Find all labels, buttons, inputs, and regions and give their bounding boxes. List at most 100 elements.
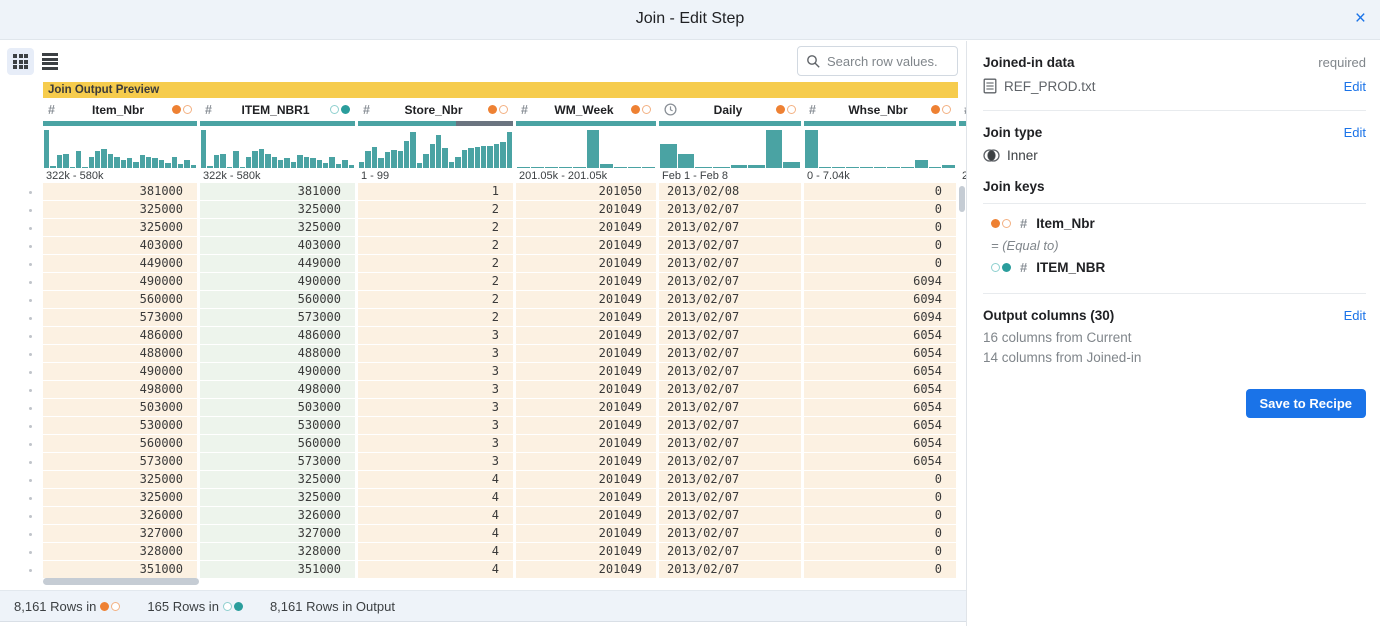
search-input[interactable] xyxy=(827,54,945,69)
row-marker[interactable] xyxy=(0,237,43,255)
row-marker[interactable] xyxy=(0,489,43,507)
cell: 201049 xyxy=(516,399,656,417)
row-marker[interactable] xyxy=(0,183,43,201)
row-marker[interactable] xyxy=(0,525,43,543)
column-header-R[interactable]: #R xyxy=(959,99,966,120)
cell: 2013/02/07 xyxy=(659,399,801,417)
cell: 2 xyxy=(358,255,513,273)
number-type-icon: # xyxy=(1020,216,1027,231)
column-header-Item_Nbr[interactable]: #Item_Nbr xyxy=(43,99,197,120)
cell xyxy=(959,471,966,489)
cell: 3 xyxy=(358,435,513,453)
cell: 1 xyxy=(358,183,513,201)
cell: 6054 xyxy=(804,435,956,453)
join-operator: = (Equal to) xyxy=(983,238,1366,253)
cell xyxy=(959,273,966,291)
cell: 201049 xyxy=(516,525,656,543)
column-header-Whse_Nbr[interactable]: #Whse_Nbr xyxy=(804,99,956,120)
edit-output-columns-link[interactable]: Edit xyxy=(1344,308,1366,323)
cell: 2013/02/07 xyxy=(659,381,801,399)
column-header-Store_Nbr[interactable]: #Store_Nbr xyxy=(358,99,513,120)
row-marker[interactable] xyxy=(0,381,43,399)
cell: 201049 xyxy=(516,543,656,561)
cell xyxy=(959,489,966,507)
cell: 560000 xyxy=(200,435,355,453)
cell: 490000 xyxy=(43,273,197,291)
data-quality-bar[interactable] xyxy=(43,121,197,126)
close-icon[interactable]: × xyxy=(1355,8,1366,30)
column-header-WM_Week[interactable]: #WM_Week xyxy=(516,99,656,120)
row-marker[interactable] xyxy=(0,561,43,579)
vertical-scrollbar[interactable] xyxy=(959,186,965,212)
dataset-file-icon xyxy=(983,78,997,94)
status-label: 8,161 Rows in xyxy=(14,599,96,614)
cell: 2013/02/07 xyxy=(659,345,801,363)
edit-join-type-link[interactable]: Edit xyxy=(1344,125,1366,140)
status-label: 165 Rows in xyxy=(147,599,219,614)
cell: 0 xyxy=(804,471,956,489)
row-marker[interactable] xyxy=(0,507,43,525)
cell: 327000 xyxy=(200,525,355,543)
column-range-label: 2 xyxy=(959,168,966,183)
grid-view-button[interactable] xyxy=(7,48,34,75)
cell: 325000 xyxy=(43,201,197,219)
horizontal-scrollbar[interactable] xyxy=(43,578,199,585)
data-quality-bar[interactable] xyxy=(659,121,801,126)
column-histogram[interactable] xyxy=(516,126,656,168)
cell: 325000 xyxy=(43,489,197,507)
join-key-right-name: ITEM_NBR xyxy=(1036,260,1105,275)
cell: 6054 xyxy=(804,327,956,345)
row-marker[interactable] xyxy=(0,255,43,273)
cell: 0 xyxy=(804,561,956,579)
data-quality-bar[interactable] xyxy=(358,121,513,126)
dialog-title: Join - Edit Step xyxy=(0,10,1380,28)
column-histogram[interactable] xyxy=(959,126,966,168)
join-keys-title: Join keys xyxy=(983,179,1366,194)
row-marker[interactable] xyxy=(0,363,43,381)
column-histogram[interactable] xyxy=(659,126,801,168)
cell: 573000 xyxy=(200,453,355,471)
row-marker[interactable] xyxy=(0,309,43,327)
data-quality-bar[interactable] xyxy=(200,121,355,126)
data-quality-bar[interactable] xyxy=(516,121,656,126)
cell: 2 xyxy=(358,201,513,219)
row-gutter xyxy=(0,183,43,579)
column-histogram[interactable] xyxy=(200,126,355,168)
row-marker[interactable] xyxy=(0,345,43,363)
list-view-button[interactable] xyxy=(36,48,63,75)
row-marker[interactable] xyxy=(0,471,43,489)
row-marker[interactable] xyxy=(0,327,43,345)
column-histogram[interactable] xyxy=(804,126,956,168)
cell xyxy=(959,561,966,579)
row-marker[interactable] xyxy=(0,219,43,237)
row-marker[interactable] xyxy=(0,273,43,291)
cell: 6054 xyxy=(804,345,956,363)
cell: 2 xyxy=(358,237,513,255)
column-header-Daily[interactable]: Daily xyxy=(659,99,801,120)
cell: 2 xyxy=(358,273,513,291)
row-marker[interactable] xyxy=(0,417,43,435)
edit-joined-in-link[interactable]: Edit xyxy=(1344,79,1366,94)
cell xyxy=(959,363,966,381)
row-marker[interactable] xyxy=(0,201,43,219)
cell: 0 xyxy=(804,183,956,201)
row-marker[interactable] xyxy=(0,291,43,309)
row-marker[interactable] xyxy=(0,453,43,471)
row-marker[interactable] xyxy=(0,399,43,417)
cell: 6054 xyxy=(804,417,956,435)
cell: 2013/02/07 xyxy=(659,291,801,309)
cell xyxy=(959,381,966,399)
row-marker[interactable] xyxy=(0,435,43,453)
cell: 327000 xyxy=(43,525,197,543)
column-histogram[interactable] xyxy=(43,126,197,168)
row-marker[interactable] xyxy=(0,543,43,561)
data-quality-bar[interactable] xyxy=(959,121,966,126)
column-range-label: 322k - 580k xyxy=(200,168,355,183)
data-quality-bar[interactable] xyxy=(804,121,956,126)
column-histogram[interactable] xyxy=(358,126,513,168)
column-header-ITEM_NBR1[interactable]: #ITEM_NBR1 xyxy=(200,99,355,120)
dialog-titlebar: Join - Edit Step × xyxy=(0,0,1380,40)
cell: 325000 xyxy=(43,219,197,237)
cell xyxy=(959,453,966,471)
save-to-recipe-button[interactable]: Save to Recipe xyxy=(1246,389,1367,418)
